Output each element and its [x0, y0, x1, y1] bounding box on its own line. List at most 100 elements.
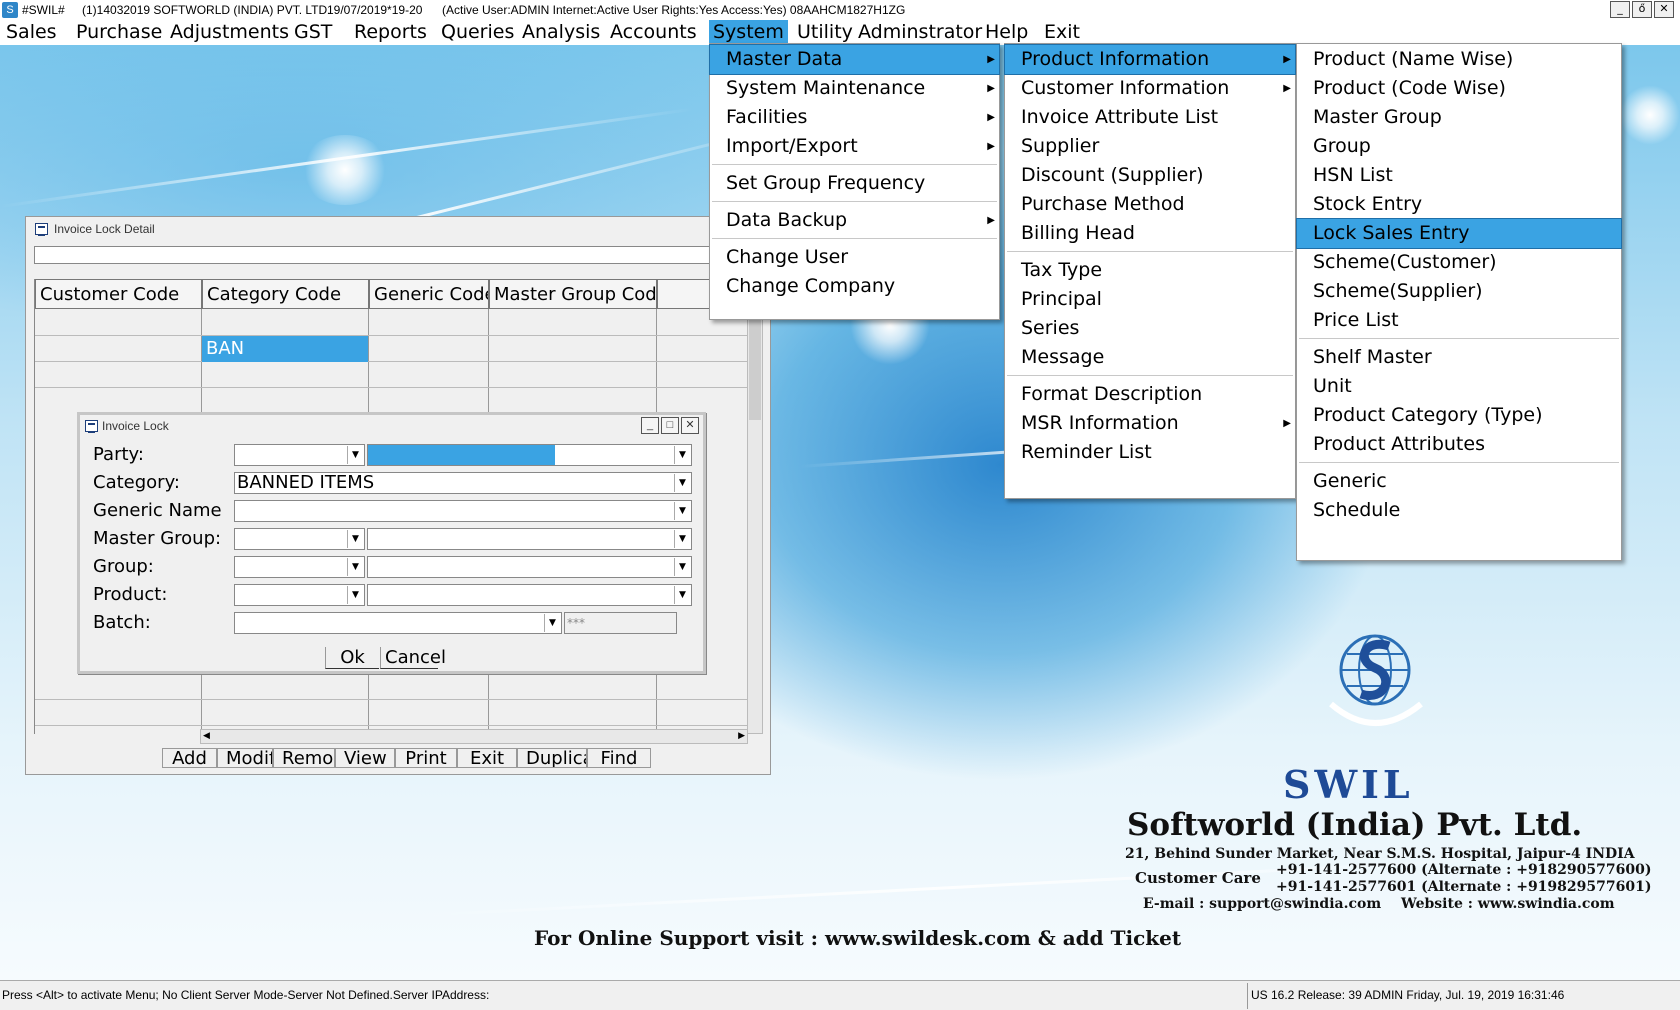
menu-item-stock-entry[interactable]: Stock Entry — [1297, 190, 1621, 219]
menu-item-scheme-supplier[interactable]: Scheme(Supplier) — [1297, 277, 1621, 306]
menu-item-unit[interactable]: Unit — [1297, 372, 1621, 401]
menu-item-schedule[interactable]: Schedule — [1297, 496, 1621, 525]
scroll-left-icon[interactable]: ◀ — [203, 731, 210, 741]
menu-adminstrator[interactable]: Adminstrator — [854, 20, 986, 45]
menu-reports[interactable]: Reports — [350, 20, 431, 45]
menu-item-format-description[interactable]: Format Description — [1005, 380, 1295, 409]
add-button[interactable]: Add — [162, 748, 217, 768]
menu-item-hsn-list[interactable]: HSN List — [1297, 161, 1621, 190]
menu-item-set-group-frequency[interactable]: Set Group Frequency — [710, 169, 999, 198]
view-button[interactable]: View — [335, 748, 395, 768]
menu-accounts[interactable]: Accounts — [606, 20, 701, 45]
chevron-down-icon[interactable]: ▼ — [347, 530, 363, 548]
chevron-down-icon[interactable]: ▼ — [674, 586, 690, 604]
menu-analysis[interactable]: Analysis — [518, 20, 604, 45]
dialog-close-button[interactable]: ✕ — [681, 417, 699, 434]
modify-button[interactable]: Modify — [217, 748, 273, 768]
menu-item-shelf-master[interactable]: Shelf Master — [1297, 343, 1621, 372]
product-name-combo[interactable]: ▼ — [367, 584, 692, 606]
filter-input[interactable] — [34, 246, 764, 264]
menu-item-product-code-wise[interactable]: Product (Code Wise) — [1297, 74, 1621, 103]
chevron-down-icon[interactable]: ▼ — [674, 474, 690, 492]
generic-name-combo[interactable]: ▼ — [234, 500, 692, 522]
menu-item-product-name-wise[interactable]: Product (Name Wise) — [1297, 45, 1621, 74]
menu-purchase[interactable]: Purchase — [72, 20, 166, 45]
menu-item-data-backup[interactable]: Data Backup ▶ — [710, 206, 999, 235]
menu-item-tax-type[interactable]: Tax Type — [1005, 256, 1295, 285]
duplicate-button[interactable]: Duplicate — [517, 748, 587, 768]
ok-button[interactable]: Ok — [325, 647, 379, 669]
column-header-customer-code[interactable]: Customer Code — [35, 279, 202, 309]
category-combo[interactable]: BANNED ITEMS ▼ — [234, 472, 692, 494]
menu-item-customer-information[interactable]: Customer Information ▶ — [1005, 74, 1295, 103]
chevron-down-icon[interactable]: ▼ — [674, 558, 690, 576]
menu-item-product-attributes[interactable]: Product Attributes — [1297, 430, 1621, 459]
menu-adjustments[interactable]: Adjustments — [166, 20, 293, 45]
menu-queries[interactable]: Queries — [437, 20, 518, 45]
dialog-minimize-button[interactable]: _ — [641, 417, 659, 434]
horizontal-scrollbar[interactable]: ◀ ▶ — [200, 729, 748, 744]
party-code-combo[interactable]: ▼ — [234, 444, 365, 466]
menu-help[interactable]: Help — [981, 20, 1032, 45]
menu-exit[interactable]: Exit — [1040, 20, 1084, 45]
master-group-code-combo[interactable]: ▼ — [234, 528, 365, 550]
menu-item-import-export[interactable]: Import/Export ▶ — [710, 132, 999, 161]
restore-button[interactable]: ő — [1632, 1, 1652, 18]
menu-item-change-user[interactable]: Change User — [710, 243, 999, 272]
chevron-down-icon[interactable]: ▼ — [674, 530, 690, 548]
menu-item-reminder-list[interactable]: Reminder List — [1005, 438, 1295, 467]
menu-item-series[interactable]: Series — [1005, 314, 1295, 343]
chevron-down-icon[interactable]: ▼ — [347, 558, 363, 576]
menu-item-scheme-customer[interactable]: Scheme(Customer) — [1297, 248, 1621, 277]
chevron-down-icon[interactable]: ▼ — [347, 586, 363, 604]
column-header-category-code[interactable]: Category Code — [202, 279, 369, 309]
menu-item-price-list[interactable]: Price List — [1297, 306, 1621, 335]
exit-button[interactable]: Exit — [457, 748, 517, 768]
cancel-button[interactable]: Cancel — [380, 647, 446, 669]
menu-item-supplier[interactable]: Supplier — [1005, 132, 1295, 161]
menu-item-master-group[interactable]: Master Group — [1297, 103, 1621, 132]
party-name-combo[interactable]: ▼ — [367, 444, 692, 466]
menu-item-group[interactable]: Group — [1297, 132, 1621, 161]
menu-utility[interactable]: Utility — [793, 20, 857, 45]
menu-gst[interactable]: GST — [290, 20, 336, 45]
chevron-down-icon[interactable]: ▼ — [674, 502, 690, 520]
menu-item-discount-supplier[interactable]: Discount (Supplier) — [1005, 161, 1295, 190]
remove-button[interactable]: Remove — [273, 748, 335, 768]
minimize-button[interactable]: _ — [1610, 1, 1630, 18]
column-header-master-group-code[interactable]: Master Group Code — [489, 279, 657, 309]
scroll-right-icon[interactable]: ▶ — [738, 731, 745, 741]
menu-item-invoice-attribute-list[interactable]: Invoice Attribute List — [1005, 103, 1295, 132]
dialog-maximize-button[interactable]: □ — [661, 417, 679, 434]
menu-item-facilities[interactable]: Facilities ▶ — [710, 103, 999, 132]
print-button[interactable]: Print — [395, 748, 457, 768]
menu-item-generic[interactable]: Generic — [1297, 467, 1621, 496]
menu-item-product-category-type[interactable]: Product Category (Type) — [1297, 401, 1621, 430]
product-code-combo[interactable]: ▼ — [234, 584, 365, 606]
menu-sales[interactable]: Sales — [2, 20, 61, 45]
find-button[interactable]: Find — [587, 748, 651, 768]
menu-item-lock-sales-entry[interactable]: Lock Sales Entry — [1296, 218, 1622, 249]
menu-item-change-company[interactable]: Change Company — [710, 272, 999, 301]
group-code-combo[interactable]: ▼ — [234, 556, 365, 578]
batch-combo[interactable]: ▼ — [234, 612, 562, 634]
group-name-combo[interactable]: ▼ — [367, 556, 692, 578]
close-button[interactable]: ✕ — [1654, 1, 1674, 18]
column-header-generic-code[interactable]: Generic Code — [369, 279, 489, 309]
menu-item-billing-head[interactable]: Billing Head — [1005, 219, 1295, 248]
menu-item-system-maintenance[interactable]: System Maintenance ▶ — [710, 74, 999, 103]
chevron-down-icon[interactable]: ▼ — [347, 446, 363, 464]
menu-item-purchase-method[interactable]: Purchase Method — [1005, 190, 1295, 219]
selected-cell-category-code[interactable]: BAN — [202, 336, 368, 362]
vertical-scrollbar[interactable] — [747, 279, 763, 734]
menu-item-product-information[interactable]: Product Information ▶ — [1004, 44, 1296, 75]
menu-item-principal[interactable]: Principal — [1005, 285, 1295, 314]
master-group-name-combo[interactable]: ▼ — [367, 528, 692, 550]
chevron-down-icon[interactable]: ▼ — [544, 614, 560, 632]
menu-item-message[interactable]: Message — [1005, 343, 1295, 372]
chevron-down-icon[interactable]: ▼ — [674, 446, 690, 464]
menu-system[interactable]: System — [709, 20, 788, 45]
menu-item-master-data[interactable]: Master Data ▶ — [709, 44, 1000, 75]
menu-item-msr-information[interactable]: MSR Information ▶ — [1005, 409, 1295, 438]
menu-item-label: Shelf Master — [1313, 346, 1432, 368]
